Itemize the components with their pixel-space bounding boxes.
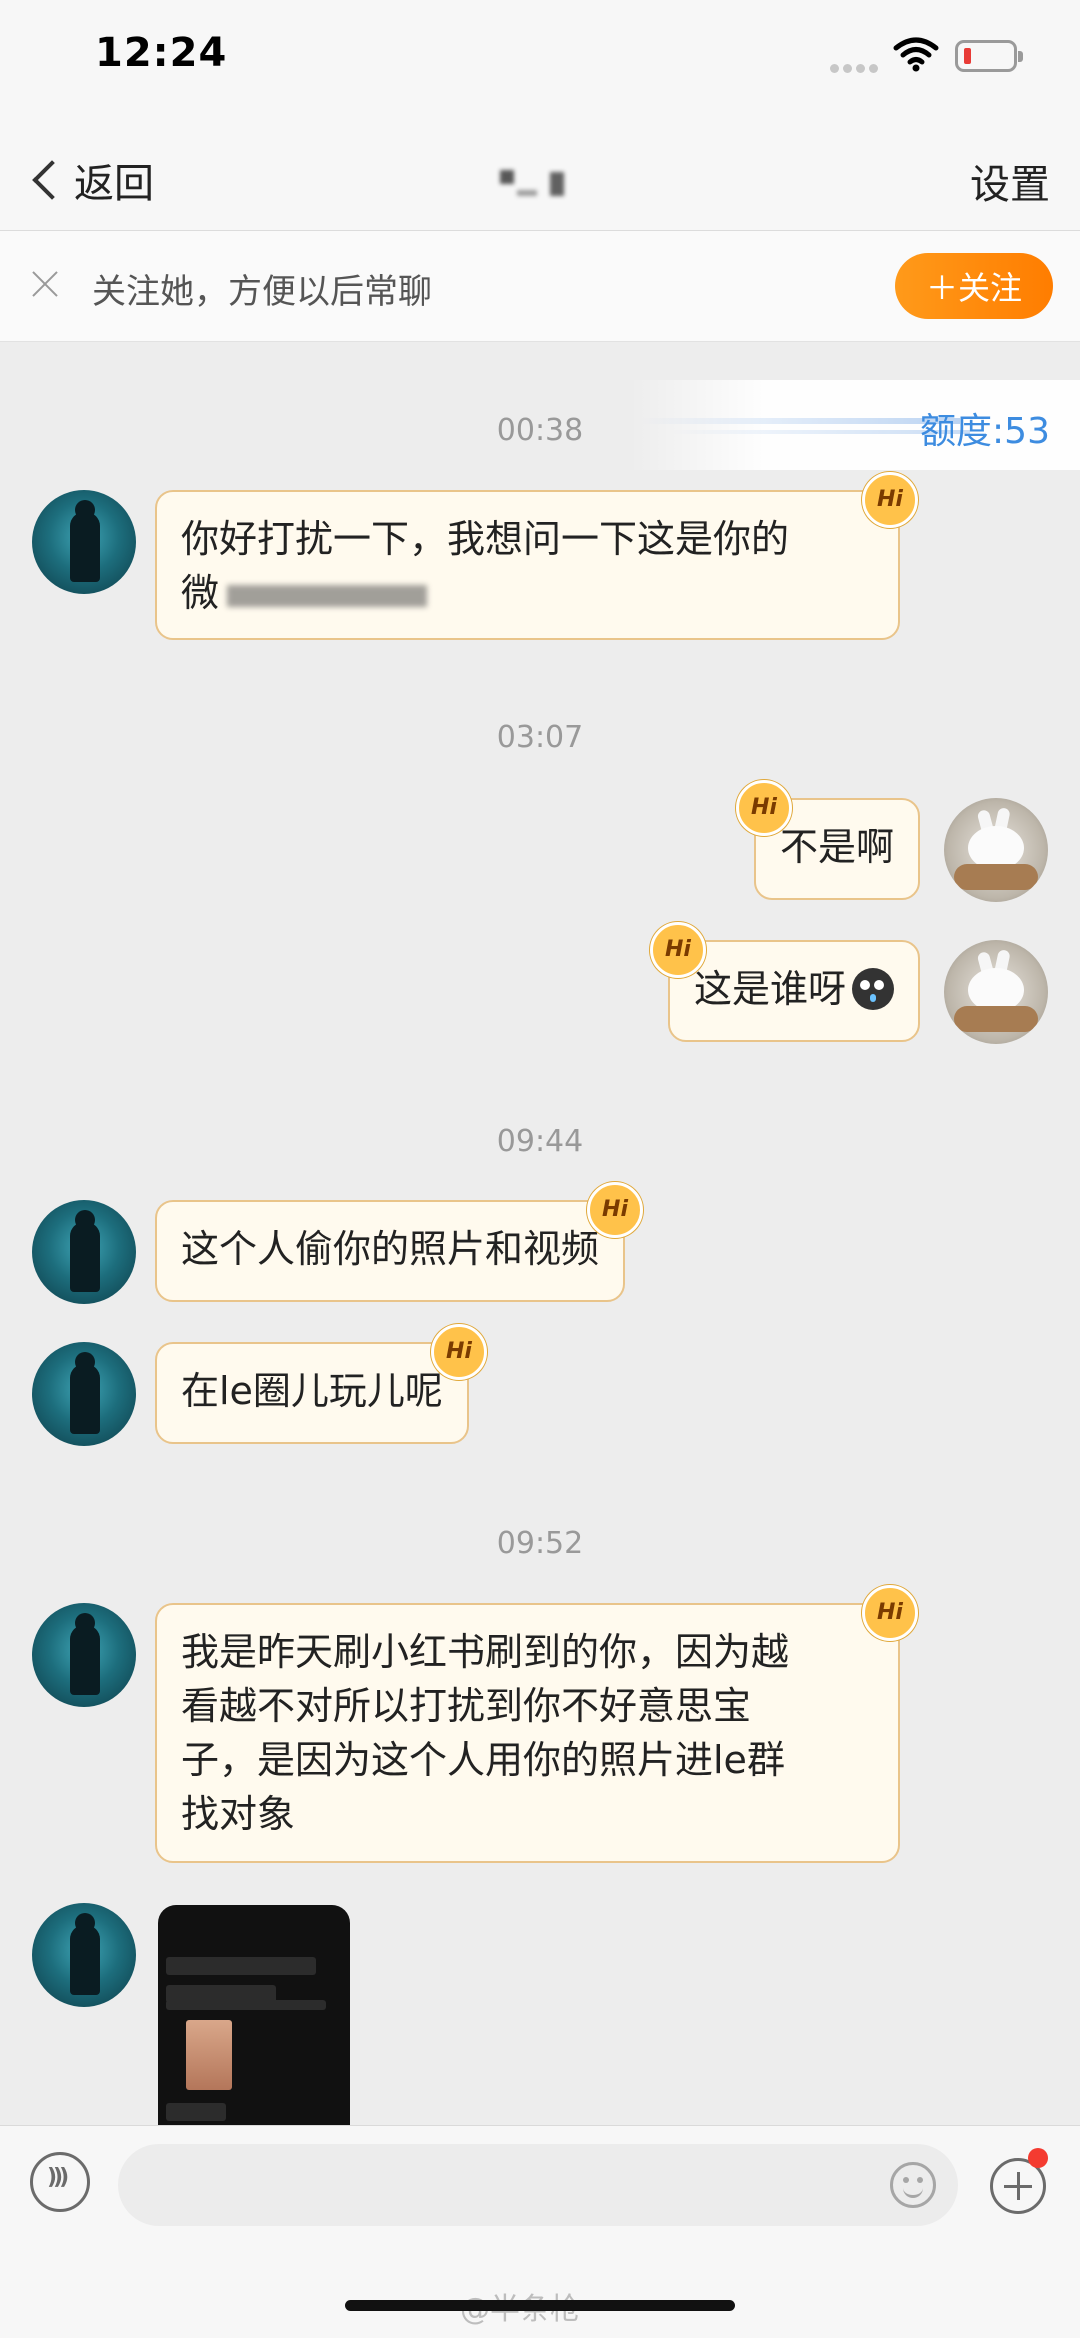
- message-text: 我是昨天刷小红书刷到的你，因为越: [181, 1630, 790, 1674]
- my-avatar[interactable]: [944, 798, 1048, 902]
- message-bubble[interactable]: 这是谁呀 Hi: [649, 922, 920, 1042]
- hi-badge-icon: Hi: [587, 1182, 644, 1238]
- message-timestamp: 00:38: [496, 413, 584, 448]
- status-time: 12:24: [95, 30, 228, 76]
- message-text: 在le圈儿玩儿呢: [181, 1369, 443, 1413]
- message-timestamp: 03:07: [496, 720, 584, 755]
- back-button[interactable]: 返回: [28, 148, 154, 212]
- contact-avatar[interactable]: [32, 1603, 136, 1707]
- message-bubble[interactable]: 在le圈儿玩儿呢 Hi: [155, 1324, 487, 1444]
- message-text: 这是谁呀: [693, 967, 846, 1011]
- message-timestamp: 09:52: [496, 1526, 584, 1561]
- hi-badge-icon: Hi: [649, 922, 706, 978]
- settings-button[interactable]: 设置: [970, 152, 1050, 210]
- message-text: 子，是因为这个人用你的照片进le群: [181, 1738, 785, 1782]
- message-text: 找对象: [181, 1792, 296, 1836]
- wifi-icon: [893, 37, 939, 72]
- message-text: 这个人偷你的照片和视频: [181, 1227, 600, 1271]
- message-bubble[interactable]: 你好打扰一下，我想问一下这是你的 微 Hi: [155, 472, 918, 640]
- signal-icon: [830, 58, 882, 77]
- battery-icon: [955, 40, 1023, 72]
- contact-avatar[interactable]: [32, 1342, 136, 1446]
- emoji-button[interactable]: [890, 2162, 936, 2208]
- chevron-left-icon: [32, 160, 72, 200]
- hi-badge-icon: Hi: [862, 1585, 918, 1641]
- contact-avatar[interactable]: [32, 490, 136, 594]
- message-text-partial: 微: [181, 566, 874, 620]
- message-bubble[interactable]: 这个人偷你的照片和视频 Hi: [155, 1182, 644, 1302]
- message-text: 不是啊: [779, 825, 894, 869]
- redacted-text: [227, 584, 428, 607]
- image-message[interactable]: [158, 1905, 350, 2125]
- follow-button[interactable]: ＋关注: [895, 253, 1053, 319]
- voice-input-button[interactable]: [30, 2152, 90, 2212]
- crying-emoji-icon: [852, 968, 894, 1010]
- follow-prompt: 关注她，方便以后常聊: [92, 272, 432, 312]
- message-bubble[interactable]: 我是昨天刷小红书刷到的你，因为越 看越不对所以打扰到你不好意思宝 子，是因为这个…: [155, 1585, 918, 1863]
- contact-avatar[interactable]: [32, 1903, 136, 2007]
- home-indicator[interactable]: [345, 2300, 735, 2311]
- message-bubble[interactable]: 不是啊 Hi: [735, 780, 920, 900]
- message-text: 看越不对所以打扰到你不好意思宝: [181, 1684, 752, 1728]
- message-timestamp: 09:44: [496, 1124, 584, 1159]
- nav-bar: 返回 设置: [0, 130, 1080, 231]
- hi-badge-icon: Hi: [735, 780, 792, 836]
- hi-badge-icon: Hi: [862, 472, 918, 528]
- hi-badge-icon: Hi: [430, 1324, 487, 1380]
- close-icon[interactable]: [30, 269, 60, 299]
- my-avatar[interactable]: [944, 940, 1048, 1044]
- message-input[interactable]: [118, 2144, 958, 2226]
- message-text: 你好打扰一下，我想问一下这是你的: [181, 517, 790, 561]
- status-bar: 12:24: [0, 0, 1080, 130]
- notification-dot: [1028, 2148, 1048, 2168]
- follow-banner: 关注她，方便以后常聊 ＋关注: [0, 231, 1080, 342]
- back-label: 返回: [74, 161, 154, 207]
- contact-avatar[interactable]: [32, 1200, 136, 1304]
